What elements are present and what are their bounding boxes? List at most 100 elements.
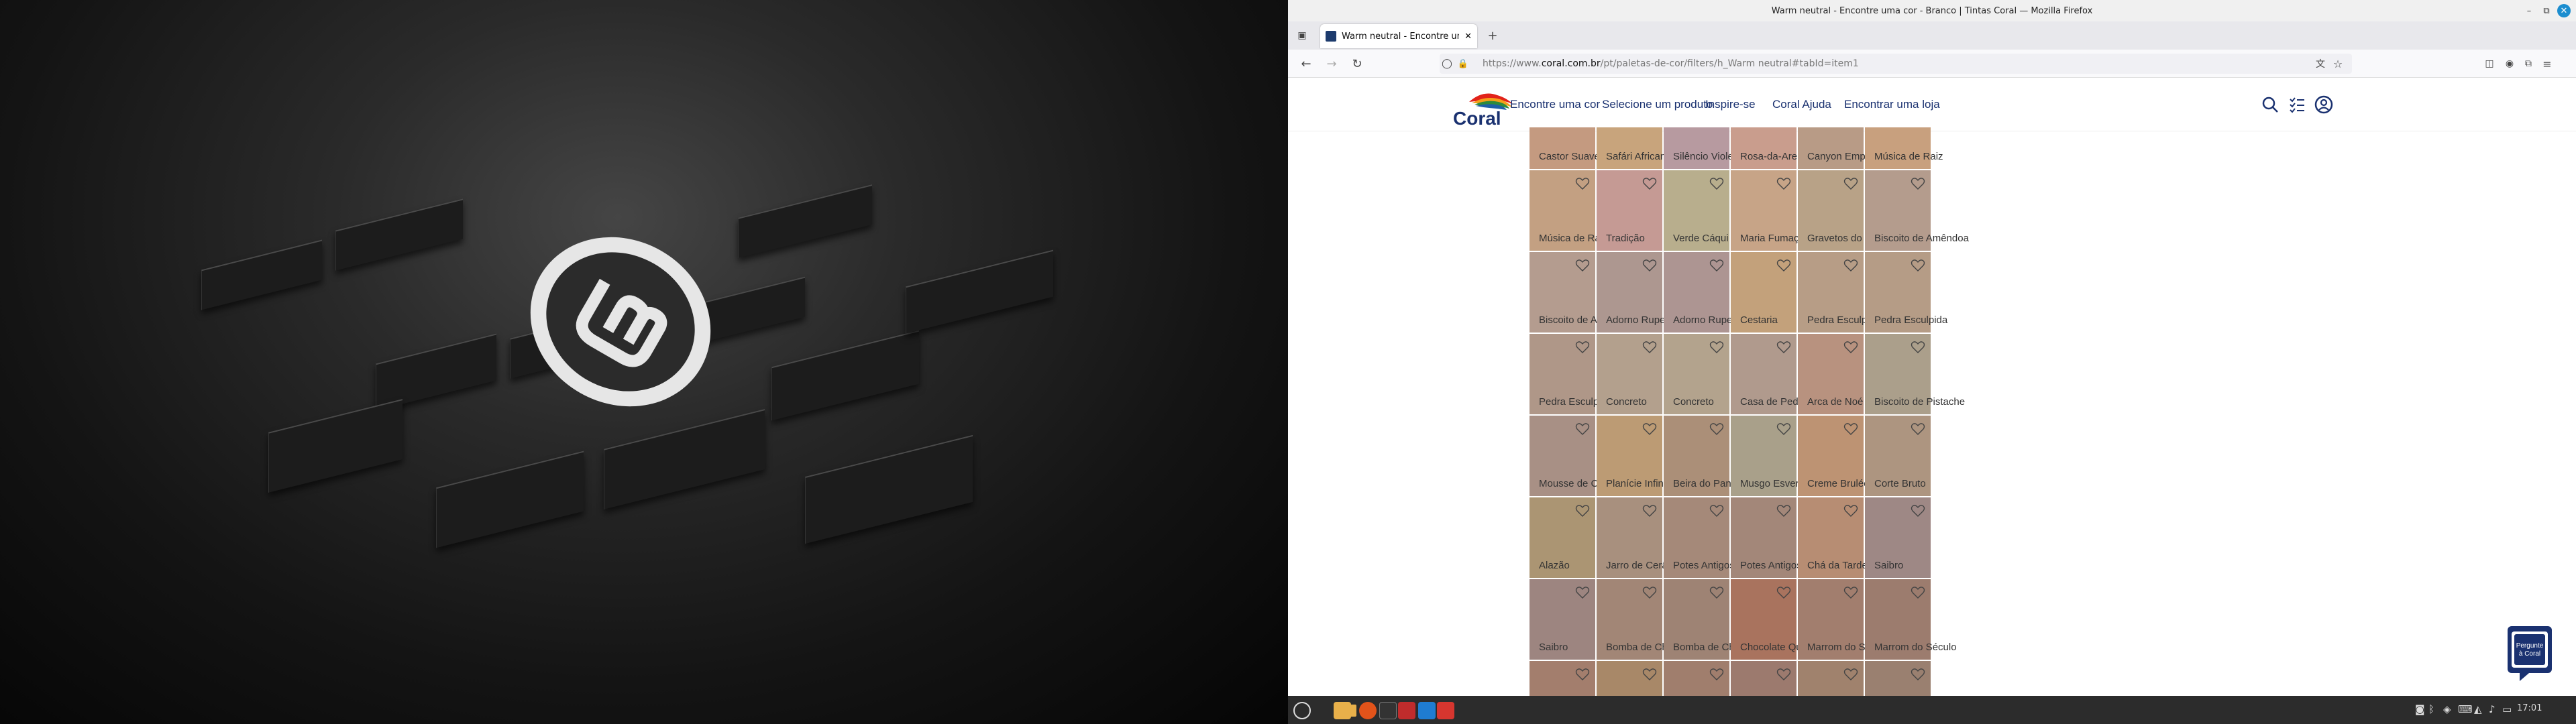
lock-icon[interactable]: 🔒 xyxy=(1454,55,1472,72)
color-swatch[interactable]: Mousse de Café xyxy=(1529,416,1612,496)
color-swatch[interactable] xyxy=(1865,661,1931,697)
color-swatch[interactable] xyxy=(1798,661,1864,697)
battery-icon[interactable]: ▭ xyxy=(2502,703,2512,715)
color-swatch[interactable]: Cestaria xyxy=(1731,252,1796,333)
color-swatch[interactable]: Potes Antigos xyxy=(1731,497,1802,578)
favorite-heart-icon[interactable] xyxy=(1575,341,1590,354)
favorite-heart-icon[interactable] xyxy=(1776,177,1791,190)
favorite-heart-icon[interactable] xyxy=(1843,504,1858,518)
color-swatch[interactable]: Maria Fumaça xyxy=(1731,170,1805,251)
favorite-heart-icon[interactable] xyxy=(1843,341,1858,354)
favorite-heart-icon[interactable] xyxy=(1642,668,1657,681)
favorite-heart-icon[interactable] xyxy=(1843,586,1858,599)
favorite-heart-icon[interactable] xyxy=(1575,668,1590,681)
favorite-heart-icon[interactable] xyxy=(1776,259,1791,272)
color-swatch[interactable] xyxy=(1731,661,1796,697)
favorite-heart-icon[interactable] xyxy=(1776,668,1791,681)
favorite-heart-icon[interactable] xyxy=(1843,668,1858,681)
writer-icon[interactable] xyxy=(1398,702,1415,719)
color-swatch[interactable]: Tradição xyxy=(1597,170,1662,251)
color-swatch[interactable]: Gravetos do Matagal xyxy=(1798,170,1900,251)
favorite-heart-icon[interactable] xyxy=(1642,504,1657,518)
color-swatch[interactable]: Bomba de Chocolate xyxy=(1597,579,1700,660)
color-swatch[interactable]: Canyon Empoeirado xyxy=(1798,127,1899,169)
favorite-heart-icon[interactable] xyxy=(1911,259,1925,272)
favorite-heart-icon[interactable] xyxy=(1911,668,1925,681)
favorite-heart-icon[interactable] xyxy=(1575,586,1590,599)
color-swatch[interactable]: Planície Infinita xyxy=(1597,416,1674,496)
color-swatch[interactable]: Concreto xyxy=(1597,334,1662,414)
color-swatch[interactable]: Saibro xyxy=(1529,579,1595,660)
discord-icon[interactable]: ◙ xyxy=(2415,703,2425,715)
color-swatch[interactable]: Bomba de Chocolate xyxy=(1664,579,1767,660)
color-swatch[interactable]: Beira do Pantanal xyxy=(1664,416,1753,496)
favorite-heart-icon[interactable] xyxy=(1843,259,1858,272)
favorite-heart-icon[interactable] xyxy=(1709,259,1724,272)
color-swatch[interactable]: Pedra Esculpida xyxy=(1529,334,1612,414)
color-swatch[interactable]: Creme Brulée xyxy=(1798,416,1870,496)
favorite-heart-icon[interactable] xyxy=(1776,341,1791,354)
color-swatch[interactable]: Chocolate Quente xyxy=(1731,579,1821,660)
favorite-heart-icon[interactable] xyxy=(1843,422,1858,436)
favorite-heart-icon[interactable] xyxy=(1709,504,1724,518)
favorite-heart-icon[interactable] xyxy=(1911,586,1925,599)
minimize-button[interactable]: – xyxy=(2522,4,2536,17)
nav-encontrar-uma-loja[interactable]: Encontrar uma loja xyxy=(1844,98,1940,111)
search-icon[interactable] xyxy=(2259,94,2281,115)
favorite-heart-icon[interactable] xyxy=(1709,422,1724,436)
favorite-heart-icon[interactable] xyxy=(1642,586,1657,599)
volume-icon[interactable]: ♪ xyxy=(2489,703,2496,715)
color-swatch[interactable]: Adorno Rupestre xyxy=(1597,252,1682,333)
favorite-heart-icon[interactable] xyxy=(1575,177,1590,190)
color-swatch[interactable]: Verde Cáqui xyxy=(1664,170,1729,251)
color-swatch[interactable]: Musgo Esverdeado xyxy=(1731,416,1827,496)
nav-encontre-uma-cor[interactable]: Encontre uma cor xyxy=(1510,98,1600,111)
favorite-heart-icon[interactable] xyxy=(1575,259,1590,272)
color-swatch[interactable]: Adorno Rupestre xyxy=(1664,252,1749,333)
favorite-heart-icon[interactable] xyxy=(1776,586,1791,599)
favorite-heart-icon[interactable] xyxy=(1642,259,1657,272)
folder-icon[interactable] xyxy=(1347,705,1356,717)
color-swatch[interactable]: Música de Raiz xyxy=(1529,170,1608,251)
color-swatch[interactable]: Pedra Esculpida xyxy=(1865,252,1947,333)
color-swatch[interactable]: Silêncio Violeta xyxy=(1664,127,1741,169)
favorite-heart-icon[interactable] xyxy=(1911,422,1925,436)
color-swatch[interactable]: Corte Bruto xyxy=(1865,416,1931,496)
pergunte-a-coral-chat-button[interactable]: Pergunte à Coral xyxy=(2506,625,2553,682)
browser-tab[interactable]: Warm neutral - Encontre uma cor ✕ xyxy=(1320,24,1477,48)
app-icon[interactable] xyxy=(1437,702,1454,719)
bluetooth-icon[interactable]: ᛒ xyxy=(2428,703,2434,715)
color-swatch[interactable]: Arca de Noé xyxy=(1798,334,1864,414)
pocket-icon[interactable]: ◫ xyxy=(2481,55,2498,72)
close-window-button[interactable]: ✕ xyxy=(2557,4,2571,17)
color-swatch[interactable]: Marrom do Século xyxy=(1798,579,1890,660)
favorite-heart-icon[interactable] xyxy=(1776,422,1791,436)
firefox-icon[interactable] xyxy=(1359,702,1377,719)
terminal-icon[interactable] xyxy=(1379,702,1397,719)
favorite-heart-icon[interactable] xyxy=(1642,177,1657,190)
shield-tray-icon[interactable]: ◈ xyxy=(2443,703,2451,715)
favorite-heart-icon[interactable] xyxy=(1843,177,1858,190)
color-swatch[interactable]: Chá da Tarde xyxy=(1798,497,1868,578)
extensions-icon[interactable]: ⧉ xyxy=(2520,55,2537,72)
color-swatch[interactable]: Concreto xyxy=(1664,334,1729,414)
favorite-heart-icon[interactable] xyxy=(1911,504,1925,518)
mint-menu-icon[interactable] xyxy=(1293,702,1311,719)
firefox-view-icon[interactable]: ▣ xyxy=(1293,27,1311,44)
favorite-heart-icon[interactable] xyxy=(1776,504,1791,518)
favorite-heart-icon[interactable] xyxy=(1709,668,1724,681)
favorite-heart-icon[interactable] xyxy=(1911,177,1925,190)
new-tab-button[interactable]: + xyxy=(1484,27,1501,44)
account-icon[interactable]: ◉ xyxy=(2501,55,2518,72)
close-tab-icon[interactable]: ✕ xyxy=(1464,32,1472,42)
nav-inspire-se[interactable]: Inspire-se xyxy=(1705,98,1756,111)
shield-icon[interactable]: ◯ xyxy=(1438,55,1456,72)
color-swatch[interactable]: Jarro de Cerâmica xyxy=(1597,497,1688,578)
color-swatch[interactable] xyxy=(1597,661,1662,697)
color-swatch[interactable]: Rosa-da-Areia xyxy=(1731,127,1805,169)
color-swatch[interactable]: Casa de Pedra xyxy=(1731,334,1807,414)
color-swatch[interactable]: Marrom do Século xyxy=(1865,579,1957,660)
color-swatch[interactable] xyxy=(1664,661,1729,697)
color-swatch[interactable] xyxy=(1529,661,1595,697)
favorite-heart-icon[interactable] xyxy=(1709,586,1724,599)
